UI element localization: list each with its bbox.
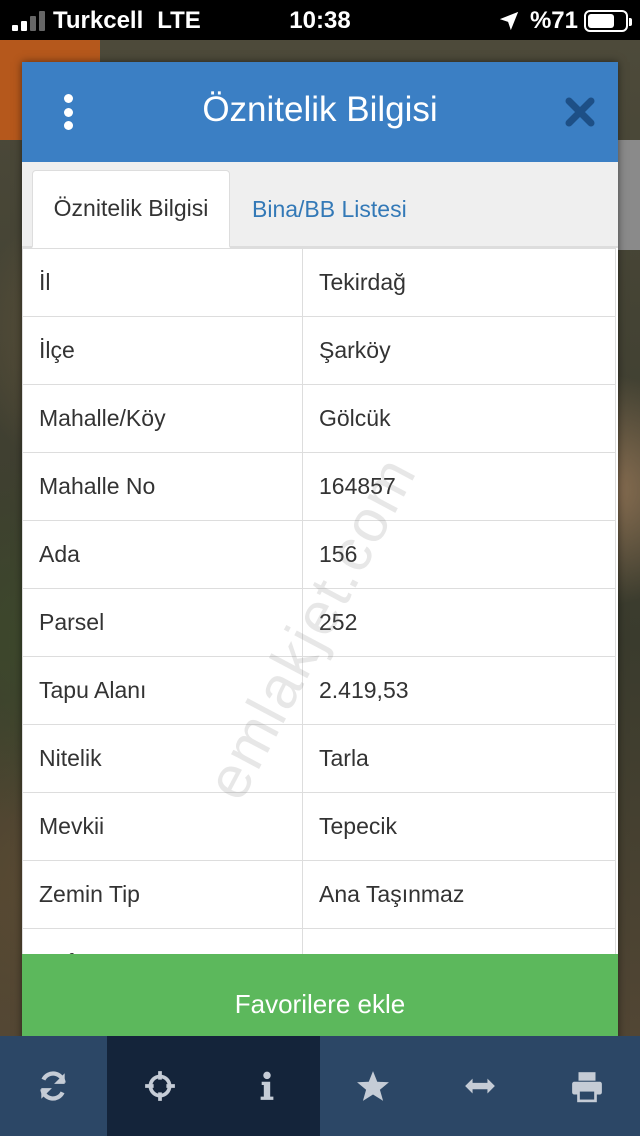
attribute-key: Tapu Alanı <box>22 656 303 725</box>
toolbar-refresh[interactable] <box>0 1036 107 1136</box>
bottom-toolbar <box>0 1036 640 1136</box>
attribute-key: Mevkii <box>22 792 303 861</box>
table-row: Zemin Tip Ana Taşınmaz <box>22 860 616 929</box>
attribute-value: Şarköy <box>302 316 616 385</box>
measure-arrows-icon <box>465 1078 495 1094</box>
battery-percent: %71 <box>529 7 578 34</box>
table-row: Parsel 252 <box>22 588 616 657</box>
attribute-key: Parsel <box>22 588 303 657</box>
table-row: Mahalle/Köy Gölcük <box>22 384 616 453</box>
attribute-dialog: Öznitelik Bilgisi Öznitelik Bilgisi Bina… <box>22 62 618 1054</box>
dialog-tabs: Öznitelik Bilgisi Bina/BB Listesi <box>22 162 618 248</box>
attribute-key: İlçe <box>22 316 303 385</box>
attribute-key: Ada <box>22 520 303 589</box>
star-icon <box>357 1071 390 1101</box>
attribute-key: İl <box>22 248 303 317</box>
toolbar-info[interactable] <box>213 1036 320 1136</box>
table-row: Mevkii Tepecik <box>22 792 616 861</box>
attribute-key: Nitelik <box>22 724 303 793</box>
attribute-key: Mahalle/Köy <box>22 384 303 453</box>
attribute-table-scroll[interactable]: İl Tekirdağ İlçe Şarköy Mahalle/Köy Gölcük Mah… <box>22 248 618 954</box>
attribute-value: Tepecik <box>302 792 616 861</box>
dialog-header: Öznitelik Bilgisi <box>22 62 618 162</box>
attribute-value: Tarla <box>302 724 616 793</box>
refresh-icon <box>40 1071 67 1101</box>
print-icon <box>571 1072 602 1103</box>
attribute-value: Ana Taşınmaz <box>302 860 616 929</box>
dialog-title: Öznitelik Bilgisi <box>202 90 438 129</box>
close-icon[interactable] <box>564 96 596 128</box>
status-right: %71 <box>498 7 632 35</box>
attribute-key: Zemin Tip <box>22 860 303 929</box>
battery-fill <box>588 14 614 28</box>
map-side-strip <box>618 140 640 250</box>
toolbar-locate[interactable] <box>106 1036 214 1136</box>
table-row: İlçe Şarköy <box>22 316 616 385</box>
toolbar-measure[interactable] <box>427 1036 534 1136</box>
status-bar: Turkcell LTE 10:38 %71 <box>0 0 640 40</box>
table-row: Ada 156 <box>22 520 616 589</box>
attribute-key: Pafta <box>22 928 303 954</box>
attribute-value: Gölcük <box>302 384 616 453</box>
tab-attribute-info[interactable]: Öznitelik Bilgisi <box>32 170 230 248</box>
attribute-value: Tekirdağ <box>302 248 616 317</box>
table-row: İl Tekirdağ <box>22 248 616 317</box>
attribute-value: 164857 <box>302 452 616 521</box>
attribute-value: 156 <box>302 520 616 589</box>
location-arrow-icon <box>499 11 519 31</box>
attribute-table: İl Tekirdağ İlçe Şarköy Mahalle/Köy Gölcük Mah… <box>22 248 616 954</box>
tab-building-list[interactable]: Bina/BB Listesi <box>234 170 425 248</box>
table-row: Nitelik Tarla <box>22 724 616 793</box>
toolbar-print[interactable] <box>533 1036 640 1136</box>
attribute-value: 2.419,53 <box>302 656 616 725</box>
crosshair-icon <box>145 1071 175 1101</box>
info-icon <box>260 1071 274 1100</box>
attribute-value: G19-B-25-B-2 <box>302 928 616 954</box>
toolbar-favorites[interactable] <box>320 1036 427 1136</box>
table-row: Mahalle No 164857 <box>22 452 616 521</box>
attribute-key: Mahalle No <box>22 452 303 521</box>
attribute-value: 252 <box>302 588 616 657</box>
table-row: PaftaG19-B-25-B-2 <box>22 928 616 954</box>
table-row: Tapu Alanı 2.419,53 <box>22 656 616 725</box>
battery-icon <box>584 10 632 32</box>
